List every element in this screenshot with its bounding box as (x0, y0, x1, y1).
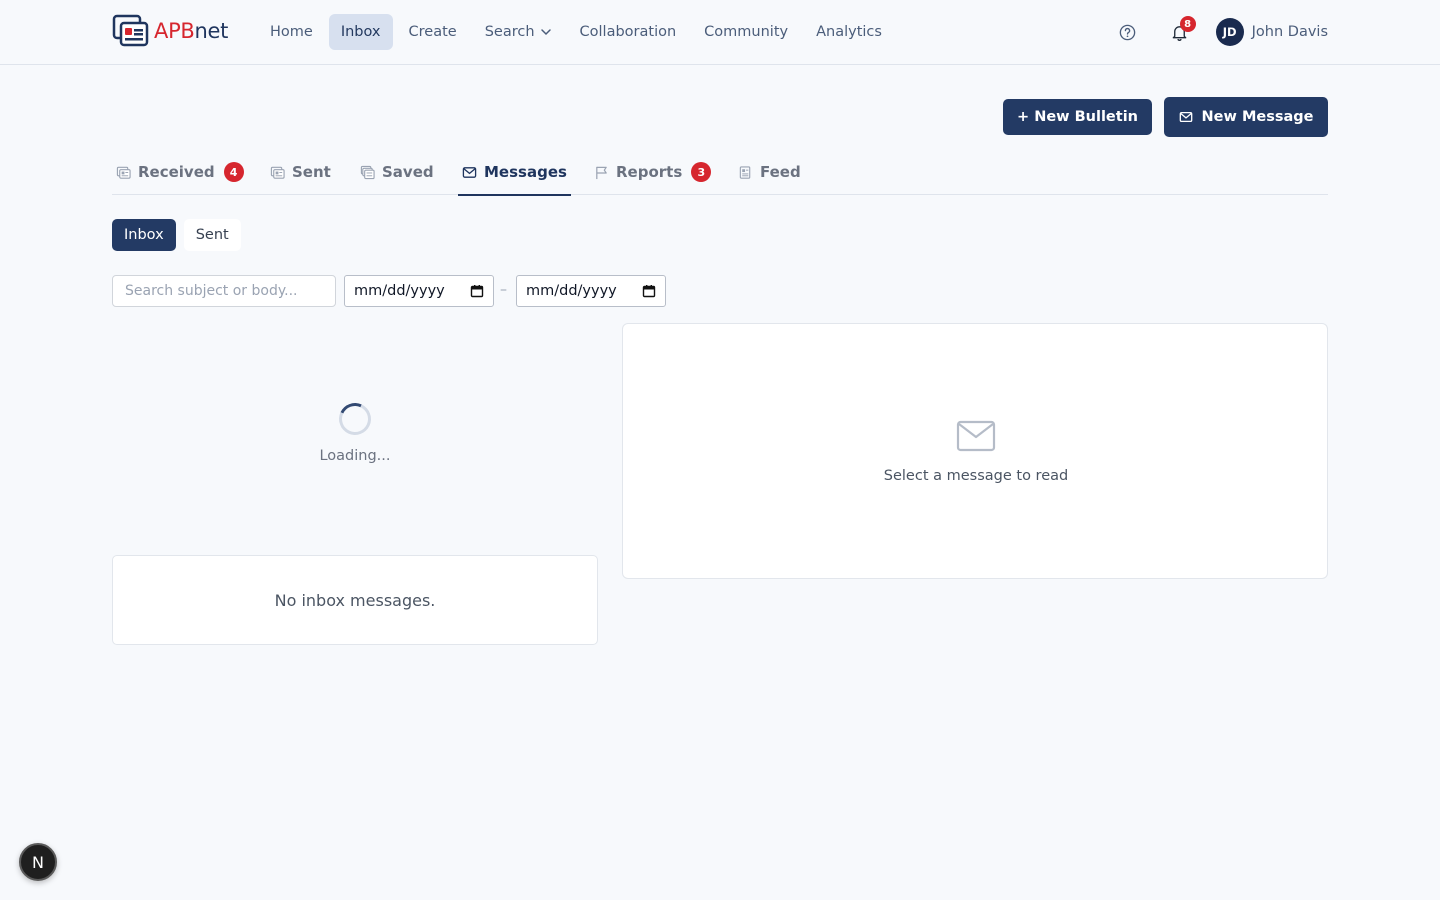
tab-messages[interactable]: Messages (458, 149, 571, 196)
date-to-text: mm/dd/yyyy (526, 283, 617, 299)
nav-create[interactable]: Create (397, 14, 469, 50)
nav-inbox[interactable]: Inbox (328, 14, 393, 50)
loading-spinner (334, 398, 376, 440)
empty-inbox-message: No inbox messages. (112, 555, 598, 645)
tab-sent-label: Sent (292, 163, 331, 181)
flag-icon (596, 166, 607, 179)
section-tabs: Received 4 Sent Saved Messages Reports 3… (112, 149, 1328, 196)
tab-sent[interactable]: Sent (270, 149, 331, 195)
chevron-down-icon (540, 29, 551, 36)
calendar-icon[interactable] (642, 284, 656, 298)
feed-icon (739, 165, 751, 179)
calendar-icon[interactable] (470, 284, 484, 298)
envelope-icon (1179, 111, 1192, 123)
tab-feed-label: Feed (760, 163, 801, 181)
user-menu[interactable]: JD John Davis (1215, 18, 1328, 46)
bulletin-icon (116, 166, 131, 179)
mailbox-toggle: Inbox Sent (112, 219, 241, 251)
message-reader-panel: Select a message to read (622, 323, 1328, 579)
tab-badge: 4 (223, 162, 244, 182)
help-icon (1119, 24, 1136, 40)
avatar: JD (1215, 18, 1244, 46)
bulletin-icon (270, 166, 285, 179)
tab-reports[interactable]: Reports 3 (594, 149, 712, 195)
brand-name: APBnet (154, 19, 229, 43)
nav-search[interactable]: Search (473, 14, 564, 50)
loading-text: Loading... (319, 448, 391, 464)
date-from-input[interactable]: mm/dd/yyyy (344, 275, 494, 307)
tab-badge: 3 (691, 162, 712, 182)
empty-inbox-text: No inbox messages. (274, 590, 436, 610)
nav-analytics[interactable]: Analytics (804, 14, 894, 50)
logo-icon (112, 14, 149, 47)
tab-messages-label: Messages (484, 163, 567, 181)
tab-saved-label: Saved (382, 163, 434, 181)
new-message-label: New Message (1201, 109, 1314, 125)
nav-collaboration[interactable]: Collaboration (568, 14, 689, 50)
notifications-button[interactable]: 8 (1162, 14, 1198, 50)
tab-received-label: Received (138, 163, 215, 181)
header-actions: 8 JD John Davis (1110, 14, 1328, 50)
tab-saved[interactable]: Saved (360, 149, 434, 195)
next-dev-indicator-button[interactable]: N (19, 843, 57, 881)
nav-home[interactable]: Home (258, 14, 325, 50)
tab-reports-label: Reports (616, 163, 683, 181)
tab-feed[interactable]: Feed (738, 149, 801, 195)
mailbox-sent-button[interactable]: Sent (183, 219, 241, 251)
help-button[interactable] (1110, 14, 1146, 50)
new-message-button[interactable]: New Message (1164, 97, 1328, 137)
mailbox-inbox-button[interactable]: Inbox (112, 219, 176, 251)
notification-badge: 8 (1179, 16, 1196, 32)
search-input[interactable] (112, 275, 336, 307)
date-to-input[interactable]: mm/dd/yyyy (516, 275, 666, 307)
bulletin-stack-icon (360, 165, 375, 179)
date-range-separator: – (500, 282, 507, 298)
app-logo[interactable]: APBnet (112, 14, 228, 48)
date-from-text: mm/dd/yyyy (354, 283, 445, 299)
user-name: John Davis (1251, 24, 1328, 40)
main-nav: Home Inbox Create Search Collaboration C… (258, 14, 898, 50)
nav-community[interactable]: Community (692, 14, 800, 50)
new-bulletin-button[interactable]: + New Bulletin (1003, 99, 1152, 135)
top-navbar: APBnet Home Inbox Create Search Collabor… (0, 0, 1440, 65)
envelope-icon (462, 166, 477, 178)
envelope-icon (956, 420, 996, 452)
tab-received[interactable]: Received 4 (116, 149, 244, 195)
reader-placeholder: Select a message to read (883, 468, 1069, 484)
